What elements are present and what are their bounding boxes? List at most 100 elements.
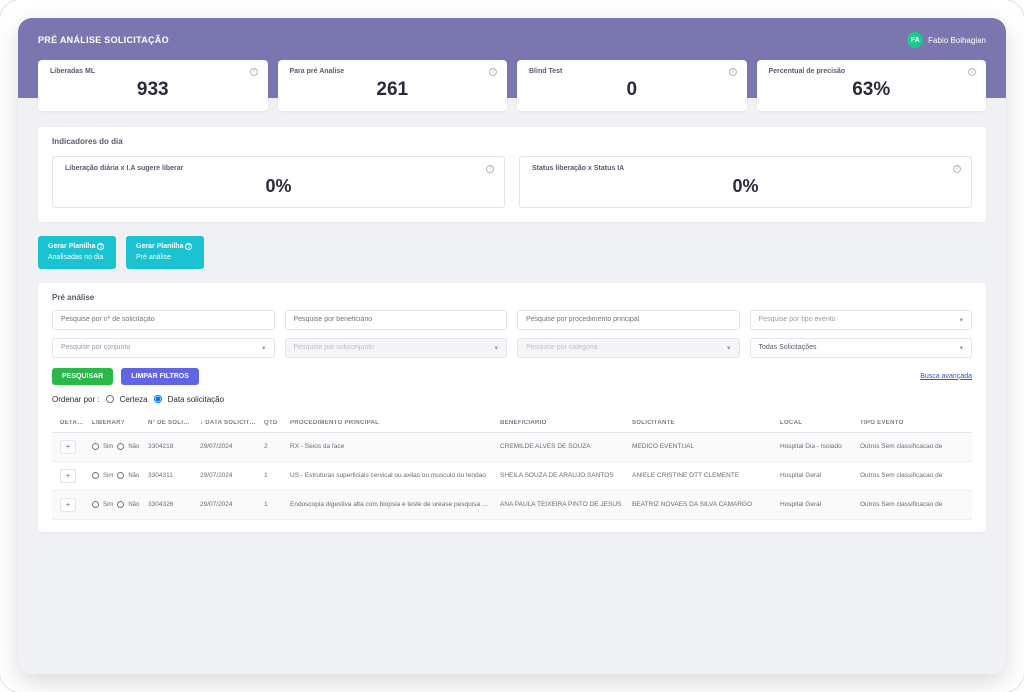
liberar-radios: SimNão (92, 472, 140, 479)
th-liberar: LIBERAR? (88, 420, 144, 426)
liberar-sim-label: Sim (103, 502, 113, 508)
expand-button[interactable]: + (60, 498, 76, 512)
info-icon[interactable]: ? (489, 68, 497, 76)
cell-solicitacao: 3304326 (144, 501, 196, 508)
info-icon[interactable]: ? (953, 165, 961, 173)
table-row: +SimNão330432629/07/20241Endoscopia dige… (52, 491, 972, 520)
kpi-precisao: Percentual de precisão ? 63% (757, 60, 987, 111)
table-header: DETALHE LIBERAR? Nº DE SOLICITAÇÃO ↓ DAT… (52, 414, 972, 433)
th-local: LOCAL (776, 420, 856, 426)
btn-line2: Analisadas no dia (48, 253, 106, 263)
liberar-sim-label: Sim (103, 444, 113, 450)
sort-certeza-radio[interactable] (106, 395, 114, 403)
sort-opt-certeza: Certeza (120, 395, 148, 404)
liberar-sim-radio[interactable] (92, 501, 99, 508)
search-solicitacao-input[interactable] (52, 310, 275, 330)
table-row: +SimNão330421829/07/20242RX - Seios da f… (52, 433, 972, 462)
liberar-sim-radio[interactable] (92, 443, 99, 450)
btn-line2: Pré análise (136, 253, 194, 263)
th-data[interactable]: ↓ DATA SOLICITAÇÃO (196, 420, 260, 426)
cell-procedimento: US - Estruturas superficiais cervical ou… (286, 472, 496, 479)
search-title: Pré análise (52, 293, 972, 302)
search-tipo-evento-select[interactable]: Pesquise por tipo evento ▾ (750, 310, 973, 330)
expand-button[interactable]: + (60, 440, 76, 454)
liberar-sim-radio[interactable] (92, 472, 99, 479)
info-icon[interactable]: ? (486, 165, 494, 173)
avatar: FA (907, 32, 923, 48)
cell-local: Hospital Geral (776, 501, 856, 508)
chevron-down-icon: ▾ (727, 344, 731, 352)
th-qtd: QTD (260, 420, 286, 426)
th-procedimento: PROCEDIMENTO PRINCIPAL (286, 420, 496, 426)
cell-beneficiario: SHEILA SOUZA DE ARAUJO SANTOS (496, 472, 628, 479)
kpi-label: Blind Test (529, 68, 735, 75)
th-solicitante: SOLICITANTE (628, 420, 776, 426)
th-data-label: DATA SOLICITAÇÃO (205, 420, 260, 426)
cell-tipo-evento: Outros Sem classificacao de (856, 501, 968, 508)
search-conjunto-select[interactable]: Pesquise por conjunto ▾ (52, 338, 275, 358)
kpi-value: 63% (769, 79, 975, 101)
sort-down-icon: ↓ (200, 420, 203, 426)
search-procedimento-input[interactable] (517, 310, 740, 330)
cell-beneficiario: CREMILDE ALVES DE SOUZA (496, 443, 628, 450)
search-beneficiario-input[interactable] (285, 310, 508, 330)
outer-frame: PRÉ ANÁLISE SOLICITAÇÃO FA Fabio Boihagi… (0, 0, 1024, 692)
search-subconjunto-select: Pesquise por subconjunto ▾ (285, 338, 508, 358)
kpi-label: Liberadas ML (50, 68, 256, 75)
ind-card-liberacao-diaria: Liberação diária x I.A sugere liberar ? … (52, 156, 505, 208)
busca-avancada-link[interactable]: Busca avançada (920, 373, 972, 380)
header-top: PRÉ ANÁLISE SOLICITAÇÃO FA Fabio Boihagi… (38, 32, 986, 48)
pesquisar-button[interactable]: PESQUISAR (52, 368, 113, 385)
expand-button[interactable]: + (60, 469, 76, 483)
gerar-planilha-analisadas-button[interactable]: Gerar Planilha? Analisadas no dia (38, 236, 116, 269)
th-solicitacao: Nº DE SOLICITAÇÃO (144, 420, 196, 426)
cell-data: 29/07/2024 (196, 472, 260, 479)
search-box: Pré análise Pesquise por tipo evento ▾ P… (38, 283, 986, 532)
sort-opt-data: Data solicitação (168, 395, 224, 404)
chevron-down-icon: ▾ (959, 316, 963, 324)
cell-procedimento: Endoscopia digestiva alta com biopsia e … (286, 501, 496, 508)
cell-procedimento: RX - Seios da face (286, 443, 496, 450)
sort-row: Ordenar por : Certeza Data solicitação (52, 395, 972, 404)
cell-tipo-evento: Outros Sem classificacao de (856, 472, 968, 479)
liberar-nao-label: Não (128, 502, 139, 508)
th-detalhe: DETALHE (56, 420, 88, 426)
search-categoria-select: Pesquise por categoria ▾ (517, 338, 740, 358)
sort-label: Ordenar por : (52, 395, 100, 404)
cell-qtd: 2 (260, 443, 286, 450)
kpi-label: Para pré Analise (290, 68, 496, 75)
liberar-nao-radio[interactable] (117, 443, 124, 450)
kpi-label: Percentual de precisão (769, 68, 975, 75)
gerar-planilha-pre-button[interactable]: Gerar Planilha? Pré análise (126, 236, 204, 269)
table-row: +SimNão330431129/07/20241US - Estruturas… (52, 462, 972, 491)
kpi-value: 261 (290, 79, 496, 101)
cell-beneficiario: ANA PAULA TEIXEIRA PINTO DE JESUS (496, 501, 628, 508)
chevron-down-icon: ▾ (494, 344, 498, 352)
liberar-sim-label: Sim (103, 473, 113, 479)
kpi-pre-analise: Para pré Analise ? 261 (278, 60, 508, 111)
info-icon[interactable]: ? (250, 68, 258, 76)
select-label: Pesquise por categoria (526, 344, 598, 351)
search-buttons-row: PESQUISAR LIMPAR FILTROS Busca avançada (52, 368, 972, 385)
cell-solicitante: ANIELE CRISTINE OTT CLEMENTE (628, 472, 776, 479)
limpar-filtros-button[interactable]: LIMPAR FILTROS (121, 368, 199, 385)
search-todas-select[interactable]: Todas Solicitações ▾ (750, 338, 973, 358)
user-chip[interactable]: FA Fabio Boihagian (907, 32, 986, 48)
ind-value: 0% (65, 176, 492, 197)
content-area: Indicadores do dia Liberação diária x I.… (18, 111, 1006, 548)
select-label: Pesquise por conjunto (61, 344, 130, 351)
cell-solicitante: BEATRIZ NOVAES DA SILVA CAMARGO (628, 501, 776, 508)
btn-line1: Gerar Planilha (136, 242, 183, 252)
cell-data: 29/07/2024 (196, 501, 260, 508)
cell-solicitante: MEDICO EVENTUAL (628, 443, 776, 450)
info-icon[interactable]: ? (968, 68, 976, 76)
kpi-value: 0 (529, 79, 735, 101)
ind-label: Liberação diária x I.A sugere liberar (65, 165, 492, 172)
info-icon: ? (97, 243, 104, 250)
liberar-nao-radio[interactable] (117, 472, 124, 479)
liberar-nao-radio[interactable] (117, 501, 124, 508)
user-name: Fabio Boihagian (928, 36, 986, 45)
info-icon[interactable]: ? (729, 68, 737, 76)
sort-data-radio[interactable] (154, 395, 162, 403)
btn-line1: Gerar Planilha (48, 242, 95, 252)
